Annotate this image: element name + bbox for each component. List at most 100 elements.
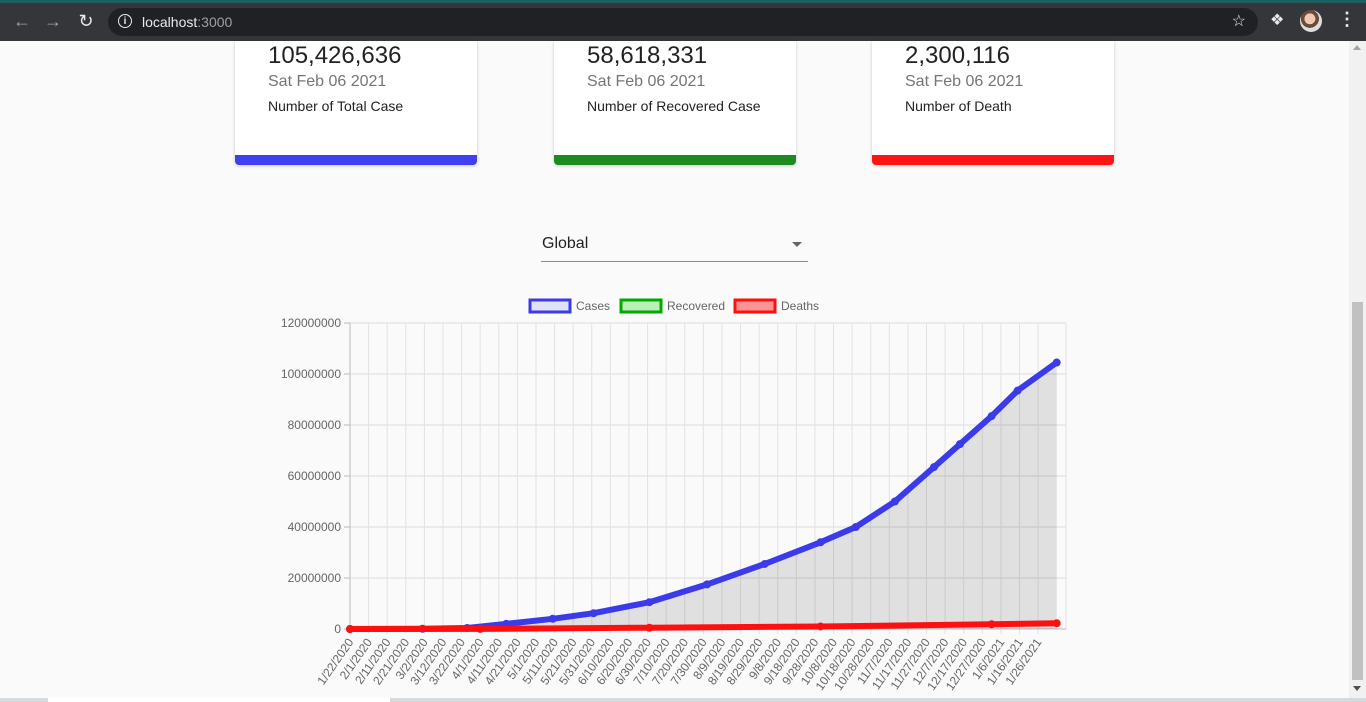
extensions-puzzle-icon[interactable]: ❖ [1270, 10, 1284, 30]
total-cases-date: Sat Feb 06 2021 [268, 73, 387, 90]
cases-series-line [347, 359, 1060, 632]
cases-data-point [955, 440, 964, 449]
cases-data-point [645, 598, 654, 607]
cases-data-point [502, 619, 511, 628]
y-tick-label: 60000000 [288, 469, 342, 483]
x-tick-label: 10/18/2020 [813, 635, 859, 692]
deaths-date: Sat Feb 06 2021 [905, 73, 1024, 90]
deaths-data-point [645, 623, 654, 632]
x-tick-label: 3/2/2020 [393, 635, 431, 682]
y-tick-label: 80000000 [288, 418, 342, 432]
x-tick-label: 7/10/2020 [631, 635, 673, 687]
y-tick-label: 40000000 [288, 520, 342, 534]
recovered-label: Number of Recovered Case [587, 98, 761, 114]
url-host: localhost [142, 14, 198, 30]
cases-data-point [418, 624, 427, 633]
cases-area-fill [350, 362, 1057, 629]
reload-icon[interactable]: ↻ [75, 10, 97, 32]
y-tick-label: 120000000 [281, 316, 341, 330]
legend-swatch-recovered [619, 298, 663, 314]
deaths-data-point [987, 620, 996, 629]
deaths-number: 2,300,116 [905, 42, 1010, 69]
cases-data-point [346, 624, 354, 633]
x-tick-label: 6/10/2020 [575, 635, 617, 687]
recovered-card: 58,618,331 Sat Feb 06 2021 Number of Rec… [554, 41, 796, 165]
deaths-data-point [476, 624, 485, 633]
browser-toolbar: ← → ↻ i localhost:3000 ☆ ❖ ⋮ [0, 0, 1366, 41]
deaths-card: 2,300,116 Sat Feb 06 2021 Number of Deat… [872, 41, 1114, 165]
profile-avatar[interactable] [1300, 10, 1322, 32]
scroll-up-arrow-icon[interactable] [1353, 45, 1361, 50]
x-tick-label: 11/17/2020 [869, 635, 915, 692]
deaths-data-point [816, 622, 825, 631]
x-tick-label: 4/1/2020 [448, 635, 486, 682]
back-arrow-icon[interactable]: ← [11, 10, 33, 32]
x-tick-label: 12/17/2020 [924, 635, 970, 692]
x-tick-label: 6/20/2020 [593, 635, 635, 687]
total-cases-number: 105,426,636 [268, 42, 402, 69]
address-bar[interactable]: i localhost:3000 ☆ [108, 8, 1258, 36]
x-tick-label: 9/28/2020 [779, 635, 821, 687]
scroll-down-arrow-icon[interactable] [1353, 686, 1361, 691]
x-tick-label: 5/1/2020 [504, 635, 542, 682]
x-tick-label: 3/12/2020 [407, 635, 449, 687]
cases-data-point [1013, 386, 1022, 395]
country-select-value: Global [542, 235, 589, 252]
cases-data-point [987, 412, 996, 421]
x-tick-label: 5/31/2020 [556, 635, 598, 687]
cases-data-point [760, 559, 769, 568]
forward-arrow-icon[interactable]: → [42, 10, 64, 32]
x-tick-label: 4/11/2020 [464, 635, 506, 686]
scrollbar-thumb[interactable] [1352, 302, 1363, 680]
deaths-series-line [347, 620, 1060, 632]
x-tick-label: 8/29/2020 [724, 635, 766, 687]
x-tick-label: 1/6/2021 [969, 635, 1007, 682]
x-tick-label: 4/21/2020 [482, 635, 524, 687]
x-tick-label: 3/22/2020 [426, 635, 468, 687]
x-tick-label: 7/20/2020 [649, 635, 691, 687]
y-tick-label: 20000000 [288, 571, 342, 585]
country-select[interactable]: Global [541, 228, 808, 262]
total-cases-color-bar [235, 155, 477, 165]
y-tick-label: 0 [334, 622, 341, 636]
cases-data-point [463, 623, 472, 632]
total-cases-label: Number of Total Case [268, 98, 404, 114]
x-tick-label: 1/22/2020 [314, 635, 356, 687]
recovered-date: Sat Feb 06 2021 [587, 73, 706, 90]
url-text[interactable]: localhost:3000 [142, 14, 232, 30]
x-tick-label: 10/28/2020 [831, 635, 877, 692]
total-cases-card: 105,426,636 Sat Feb 06 2021 Number of To… [235, 41, 477, 165]
x-tick-label: 9/18/2020 [761, 635, 803, 687]
x-tick-label: 9/8/2020 [746, 635, 784, 682]
y-tick-label: 100000000 [281, 367, 341, 381]
x-tick-label: 2/1/2020 [337, 635, 375, 682]
download-shelf-item [48, 698, 390, 702]
url-port: :3000 [197, 14, 233, 30]
x-tick-label: 8/19/2020 [705, 635, 747, 687]
x-tick-label: 2/11/2020 [352, 635, 394, 686]
deaths-data-point [1052, 619, 1061, 628]
x-tick-label: 8/9/2020 [690, 635, 728, 682]
x-tick-label: 2/21/2020 [370, 635, 412, 687]
x-tick-label: 11/27/2020 [888, 635, 934, 692]
deaths-label: Number of Death [905, 98, 1012, 114]
legend-swatch-cases [528, 298, 572, 314]
x-tick-label: 12/7/2020 [909, 635, 951, 687]
cases-data-point [851, 523, 860, 531]
x-tick-label: 1/16/2021 [984, 635, 1026, 687]
legend-swatch-deaths [733, 298, 777, 314]
cases-data-point [1052, 358, 1061, 367]
deaths-data-point [346, 625, 354, 633]
recovered-number: 58,618,331 [587, 42, 708, 69]
site-info-icon[interactable]: i [118, 14, 132, 28]
recovered-color-bar [554, 155, 796, 165]
browser-menu-icon[interactable]: ⋮ [1338, 9, 1356, 30]
chevron-down-icon[interactable] [792, 242, 802, 247]
cases-data-point [548, 614, 557, 623]
legend-label-recovered: Recovered [667, 299, 725, 313]
x-tick-label: 11/7/2020 [854, 635, 896, 686]
bookmark-star-icon[interactable]: ☆ [1232, 11, 1246, 31]
cases-data-point [589, 609, 598, 618]
cases-data-point [890, 497, 899, 506]
legend-label-cases: Cases [576, 299, 610, 313]
